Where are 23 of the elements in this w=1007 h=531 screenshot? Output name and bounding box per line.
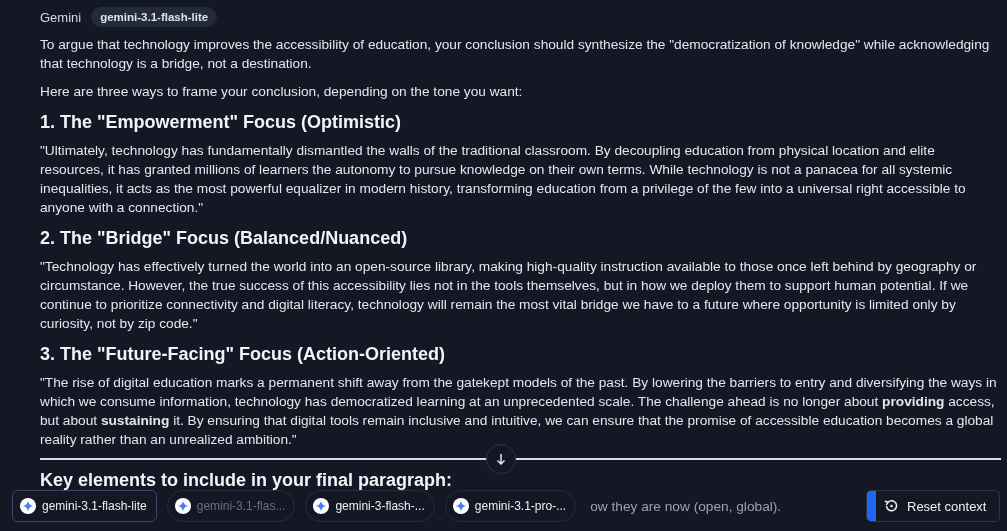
sparkle-icon bbox=[174, 498, 191, 514]
reset-context-button[interactable]: Reset context bbox=[866, 490, 1000, 522]
model-chip[interactable]: gemini-3.1-pro-... bbox=[444, 490, 577, 522]
paragraph: "The rise of digital education marks a permanent shift away from the gatekept models of the past. By lowering the barriers to entry and diversifying the ways in which we consume information, technology has democratized learning at an unprecedented scale. The challenge ahead is no longer about providing access, but about sustaining it. By ensuring that digital tools remain inclusive and intuitive, we can ensure that the promise of accessible education becomes a global reality rather than an unrealized ambition." bbox=[40, 374, 998, 449]
reset-icon bbox=[883, 498, 899, 514]
model-chip[interactable]: gemini-3-flash-... bbox=[305, 490, 435, 522]
sender-name: Gemini bbox=[40, 9, 82, 25]
section-heading: Key elements to include in your final paragraph: bbox=[40, 469, 453, 492]
partial-text: ow they are now (open, global). bbox=[590, 498, 782, 514]
sparkle-icon bbox=[313, 498, 330, 514]
down-arrow-icon bbox=[496, 453, 506, 465]
section-heading: 3. The "Future-Facing" Focus (Action-Oriented) bbox=[40, 343, 446, 366]
sparkle-icon bbox=[20, 498, 36, 514]
section-heading: 1. The "Empowerment" Focus (Optimistic) bbox=[40, 111, 402, 134]
paragraph: "Technology has effectively turned the world into an open-source library, making high-quality instruction available to those once left behind by geography or circumstance. However, the true success of this accessibility lies not in the tools themselves, but in how we deploy them to support human potential. If we continue to prioritize connectivity and digital literacy, technology will remain the most vital bridge we have to a future where opportunity is limited only by curiosity, not by zip code." bbox=[40, 258, 978, 333]
model-chip[interactable]: gemini-3.1-flash-lite bbox=[12, 490, 157, 522]
model-badge: gemini-3.1-flash-lite bbox=[91, 7, 218, 27]
paragraph: Here are three ways to frame your conclusion, depending on the tone you want: bbox=[40, 83, 524, 101]
paragraph: "Ultimately, technology has fundamentally dismantled the walls of the traditional classroom. By decoupling education from physical location and elite resources, it has granted millions of learners the autonomy to pursue knowledge on their own terms. While technology is not a panacea for all systemic inequalities, it acts as the most powerful equalizer in modern history, transforming education from a privilege of the few into a universal right accessible to anyone with a connection." bbox=[40, 142, 967, 217]
paragraph: To argue that technology improves the accessibility of education, your conclusion should synthesize the "democratization of knowledge" while acknowledging that technology is a bridge, not a destination. bbox=[40, 36, 991, 73]
section-heading: 2. The "Bridge" Focus (Balanced/Nuanced) bbox=[40, 227, 408, 250]
sparkle-icon bbox=[452, 498, 469, 514]
scroll-down-button[interactable] bbox=[486, 444, 516, 474]
